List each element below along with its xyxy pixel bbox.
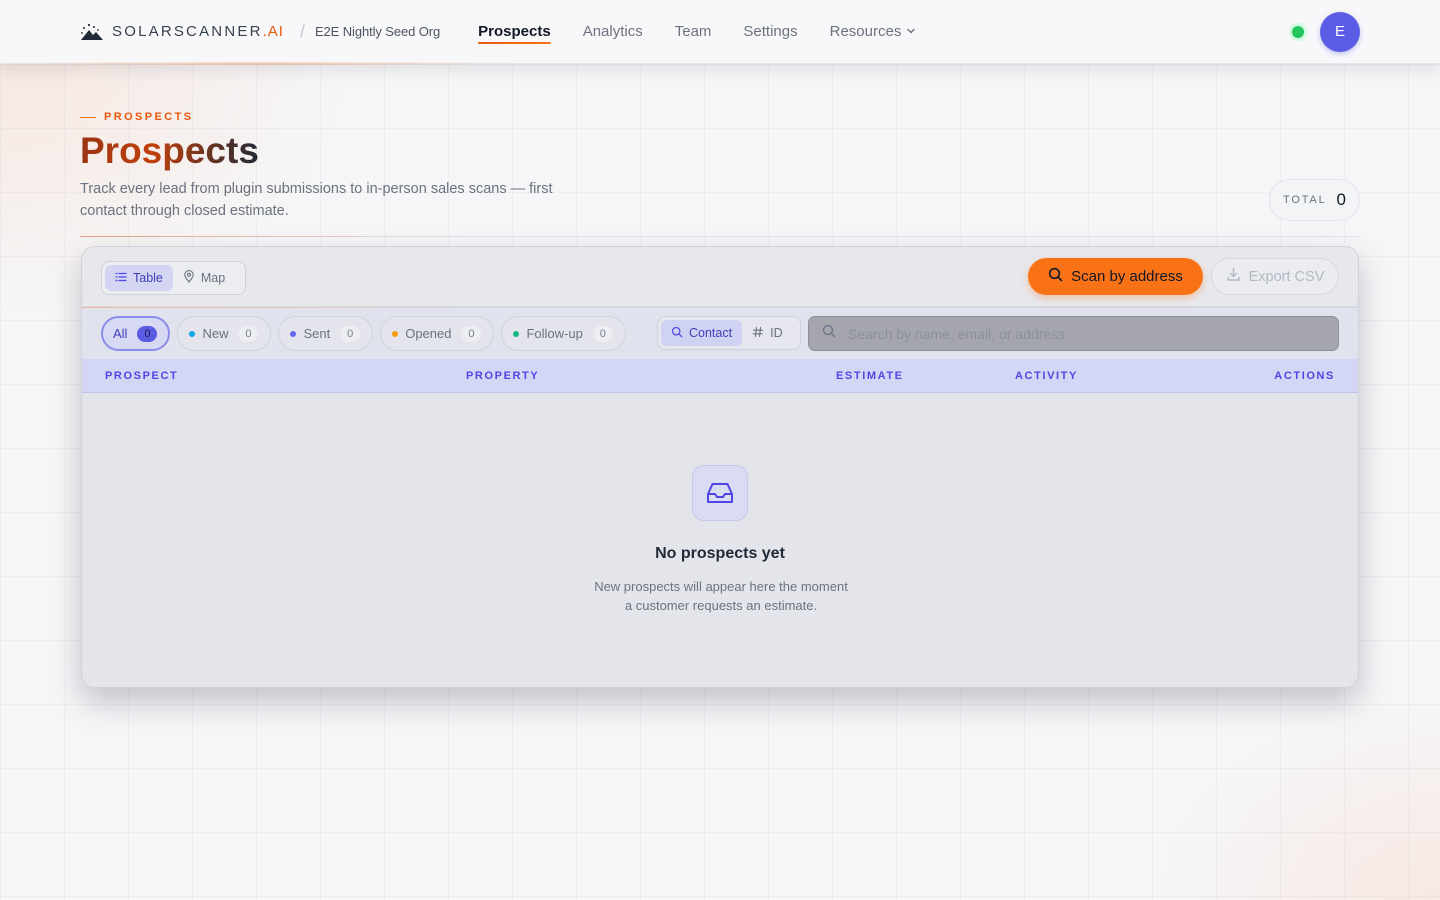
filter-chip-count: 0 <box>461 325 482 342</box>
nav-settings[interactable]: Settings <box>743 23 797 40</box>
breadcrumb-separator: / <box>299 21 305 41</box>
brand-logo[interactable]: SOLARSCANNER.AI <box>80 22 284 42</box>
page-eyebrow: PROSPECTS <box>80 111 193 123</box>
search-mode-contact-label: Contact <box>689 326 733 340</box>
view-toggle: Table Map <box>101 261 246 295</box>
chevron-down-icon <box>906 23 916 40</box>
top-navigation-bar: SOLARSCANNER.AI / E2E Nightly Seed Org P… <box>0 0 1440 65</box>
filter-chip-sent[interactable]: Sent 0 <box>278 316 374 351</box>
search-mode-id-label: ID <box>770 326 783 340</box>
header-divider <box>80 236 1360 237</box>
nav-resources-label: Resources <box>829 23 902 40</box>
brand-name: SOLARSCANNER.AI <box>112 23 284 40</box>
hash-icon <box>752 326 764 341</box>
filter-chip-label: Opened <box>405 326 452 341</box>
main-nav: Prospects Analytics Team Settings Resour… <box>478 23 917 44</box>
status-filter-chips: All 0 New 0 Sent 0 Opened 0 Follow-up 0 <box>101 316 626 351</box>
filter-chip-opened[interactable]: Opened 0 <box>380 316 495 351</box>
total-label: TOTAL <box>1283 194 1327 206</box>
online-status-indicator <box>1292 25 1304 38</box>
status-dot <box>290 330 297 337</box>
search-mode-toggle: Contact ID <box>657 316 801 350</box>
empty-state-description-line: a customer requests an estimate. <box>624 598 818 613</box>
search-icon <box>1048 267 1063 286</box>
search-icon <box>822 324 836 343</box>
empty-state-description: New prospects will appear here the momen… <box>571 577 871 615</box>
nav-analytics[interactable]: Analytics <box>583 23 643 40</box>
organization-name[interactable]: E2E Nightly Seed Org <box>315 24 440 39</box>
empty-state: No prospects yet New prospects will appe… <box>82 393 1358 687</box>
filter-chip-count: 0 <box>238 325 259 342</box>
download-icon <box>1226 267 1241 286</box>
nav-team[interactable]: Team <box>675 23 712 40</box>
empty-state-title: No prospects yet <box>655 545 785 562</box>
filter-chip-label: All <box>113 326 128 341</box>
filter-chip-all[interactable]: All 0 <box>101 316 171 351</box>
total-count-badge: TOTAL 0 <box>1269 179 1360 221</box>
scan-button-label: Scan by address <box>1071 268 1183 285</box>
prospects-card: Table Map Scan by address Export CSV All… <box>81 246 1359 688</box>
card-toolbar: Table Map Scan by address Export CSV <box>82 247 1358 307</box>
filter-chip-follow-up[interactable]: Follow-up 0 <box>501 316 626 351</box>
user-avatar[interactable]: E <box>1320 11 1360 52</box>
page-description: Track every lead from plugin submissions… <box>80 181 553 219</box>
status-dot <box>189 330 196 337</box>
scan-by-address-button[interactable]: Scan by address <box>1028 258 1203 295</box>
export-csv-button[interactable]: Export CSV <box>1211 258 1339 295</box>
filter-chip-count: 0 <box>592 325 613 342</box>
search-input[interactable] <box>848 325 1318 342</box>
column-header-prospect[interactable]: PROSPECT <box>105 370 178 382</box>
table-header: PROSPECT PROPERTY ESTIMATE ACTIVITY ACTI… <box>82 359 1358 393</box>
column-header-property[interactable]: PROPERTY <box>466 370 539 382</box>
eyebrow-line <box>80 116 96 118</box>
filter-chip-count: 0 <box>340 325 361 342</box>
nav-prospects[interactable]: Prospects <box>478 23 551 44</box>
nav-resources[interactable]: Resources <box>830 23 917 40</box>
filter-chip-label: Follow-up <box>526 326 583 341</box>
column-header-estimate[interactable]: ESTIMATE <box>836 370 904 382</box>
eyebrow-text: PROSPECTS <box>104 111 194 123</box>
filter-chip-label: New <box>202 326 229 341</box>
search-field[interactable] <box>808 316 1339 351</box>
view-table-label: Table <box>133 271 163 285</box>
inbox-icon <box>692 465 748 521</box>
filter-chip-new[interactable]: New 0 <box>177 316 272 351</box>
column-header-actions: ACTIONS <box>1274 370 1335 382</box>
view-map-button[interactable]: Map <box>173 265 235 291</box>
search-mode-contact[interactable]: Contact <box>661 320 743 346</box>
view-map-label: Map <box>200 271 226 285</box>
map-pin-icon <box>183 270 195 286</box>
page-title: Prospects <box>80 130 259 171</box>
column-header-activity[interactable]: ACTIVITY <box>1015 370 1078 382</box>
total-value: 0 <box>1336 190 1346 209</box>
brand-suffix: .AI <box>262 23 284 40</box>
filter-chip-count: 0 <box>137 325 158 342</box>
search-icon <box>671 326 683 341</box>
filter-chip-label: Sent <box>303 326 331 341</box>
status-dot <box>392 330 399 337</box>
view-table-button[interactable]: Table <box>105 265 173 291</box>
export-button-label: Export CSV <box>1248 268 1325 285</box>
search-mode-id[interactable]: ID <box>742 320 793 346</box>
status-dot <box>513 330 520 337</box>
sun-mountain-logo-icon <box>80 22 104 42</box>
filter-row: All 0 New 0 Sent 0 Opened 0 Follow-up 0 … <box>82 307 1358 359</box>
empty-state-description-line: New prospects will appear here the momen… <box>594 579 848 594</box>
list-icon <box>115 271 127 286</box>
